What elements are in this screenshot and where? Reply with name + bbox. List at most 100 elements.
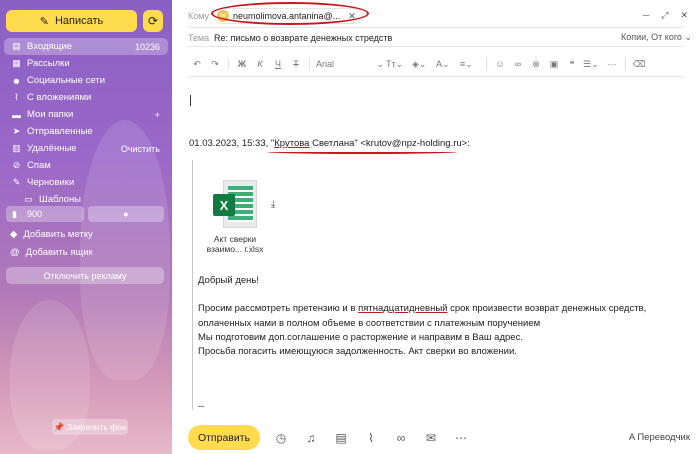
font-name: Arial xyxy=(316,58,335,69)
folder-label: Удалённые xyxy=(27,143,77,154)
paperclip-icon[interactable]: ⌇ xyxy=(356,431,386,445)
emoji-icon[interactable]: ☺ xyxy=(491,59,509,69)
minimize-icon[interactable]: ─ xyxy=(643,10,649,21)
add-label-text: Добавить метку xyxy=(23,229,93,240)
unread-count: 10236 xyxy=(134,41,160,52)
unread-filter[interactable]: ● xyxy=(88,206,164,222)
send-button[interactable]: Отправить xyxy=(188,425,260,450)
greeting: Добрый день! xyxy=(198,275,259,286)
download-icon[interactable]: ⤓ xyxy=(271,199,275,210)
copies-label: Копии, От кого xyxy=(621,32,682,42)
subject-input[interactable]: Re: письмо о возврате денежных стредств xyxy=(214,33,392,43)
folder-spam[interactable]: ⊘ Спам xyxy=(4,157,168,174)
bookmark-count: 900 xyxy=(26,209,42,219)
list-icon[interactable]: ☰⌄ xyxy=(581,59,603,70)
bell-icon[interactable]: ♫ xyxy=(296,431,326,445)
bold-button[interactable]: Ж xyxy=(233,59,251,69)
paperclip-icon: ⌇ xyxy=(14,92,19,102)
expand-icon[interactable]: ⤢ xyxy=(661,10,668,21)
folder-label: Черновики xyxy=(27,177,75,188)
formatting-toolbar: ↶ ↷ Ж К Ч Т Arial ⌄ Tт⌄ ◈⌄ A⌄ ≡⌄ ☺ ∞ ⊗ ▣ … xyxy=(188,57,686,71)
envelope-icon[interactable]: ✉ xyxy=(416,431,446,445)
clear-format-icon[interactable]: ⌫ xyxy=(630,59,648,70)
attachment-name: Акт сверки взаимо... г.xlsx xyxy=(202,234,268,254)
compose-label: Написать xyxy=(54,15,104,27)
body-paragraph-2: оплаченных нами в полном объеме в соотве… xyxy=(198,318,541,329)
add-mailbox-link[interactable]: @ Добавить ящик xyxy=(10,244,93,261)
clock-icon[interactable]: ◷ xyxy=(266,431,296,445)
folder-label: Социальные сети xyxy=(27,75,106,86)
sidebar: ✎ Написать ⟳ ▤ Входящие 10236 ▦ Рассылки… xyxy=(0,0,172,454)
separator xyxy=(228,58,229,70)
quote-sender-name: Крутова xyxy=(274,138,310,149)
folder-my-folders[interactable]: ▬ Мои папки + xyxy=(4,106,168,123)
drafts-icon: ✎ xyxy=(12,177,21,187)
divider xyxy=(188,27,684,28)
trash-icon: ▥ xyxy=(12,143,21,153)
more-icon[interactable]: ⋯ xyxy=(603,59,621,70)
underline-button[interactable]: Ч xyxy=(269,59,287,69)
inbox-icon: ▤ xyxy=(12,41,21,51)
separator xyxy=(309,58,310,70)
divider xyxy=(188,76,684,77)
template-icon[interactable]: ▤ xyxy=(326,431,356,445)
folder-trash[interactable]: ▥ Удалённые Очистить xyxy=(4,140,168,157)
copies-dropdown[interactable]: Копии, От кого ⌄ xyxy=(621,32,692,43)
unlink-icon[interactable]: ⊗ xyxy=(527,59,545,70)
subject-row: Тема Re: письмо о возврате денежных стре… xyxy=(188,32,692,43)
spam-icon: ⊘ xyxy=(12,160,21,170)
folder-sent[interactable]: ➤ Отправленные xyxy=(4,123,168,140)
translate-icon: A xyxy=(628,432,635,443)
excel-badge: X xyxy=(213,194,235,216)
attachment[interactable]: X Акт сверки взаимо... г.xlsx xyxy=(202,180,268,254)
add-label-link[interactable]: ◆ Добавить метку xyxy=(10,226,93,243)
font-select[interactable]: Arial ⌄ xyxy=(314,59,384,70)
send-label: Отправить xyxy=(197,431,251,444)
folder-list: ▤ Входящие 10236 ▦ Рассылки ☻ Социальные… xyxy=(4,38,168,208)
body-paragraph-4: Просьба погасить имеющуюся задолженность… xyxy=(198,346,517,357)
pin-background-button[interactable]: 📌 Закрепить фон xyxy=(52,419,128,435)
bottom-toolbar: Отправить ◷ ♫ ▤ ⌇ ∞ ✉ ⋯ xyxy=(188,425,476,450)
separator xyxy=(625,58,626,70)
close-icon[interactable]: ✕ xyxy=(680,10,688,21)
align-icon[interactable]: ≡⌄ xyxy=(458,59,482,70)
folder-label: Спам xyxy=(27,160,51,171)
redo-icon[interactable]: ↷ xyxy=(206,59,224,70)
separator xyxy=(486,58,487,70)
body-paragraph-1: Просим рассмотреть претензию и в пятнадц… xyxy=(198,303,646,314)
disk-attach-icon[interactable]: ∞ xyxy=(386,431,416,445)
undo-icon[interactable]: ↶ xyxy=(188,59,206,70)
chevron-down-icon: ⌄ xyxy=(376,58,384,69)
signature-separator: -- xyxy=(198,401,205,412)
folder-inbox[interactable]: ▤ Входящие 10236 xyxy=(4,38,168,55)
folder-newsletters[interactable]: ▦ Рассылки xyxy=(4,55,168,72)
empty-trash-button[interactable]: Очистить xyxy=(121,144,160,154)
tag-icon: ◆ xyxy=(10,229,18,240)
folder-attachments[interactable]: ⌇ С вложениями xyxy=(4,89,168,106)
italic-button[interactable]: К xyxy=(251,59,269,69)
folder-social[interactable]: ☻ Социальные сети xyxy=(4,72,168,89)
bookmark-filter[interactable]: ▮ 900 xyxy=(6,206,84,222)
folder-label: Входящие xyxy=(27,41,73,52)
image-icon[interactable]: ▣ xyxy=(545,59,563,70)
quote-icon[interactable]: ❝ xyxy=(563,59,581,70)
strikethrough-button[interactable]: Т xyxy=(287,59,305,69)
window-controls: ─ ⤢ ✕ xyxy=(643,10,688,21)
link-icon[interactable]: ∞ xyxy=(509,59,527,69)
text-color-icon[interactable]: A⌄ xyxy=(434,59,458,70)
add-folder-icon[interactable]: + xyxy=(155,110,160,120)
at-icon: @ xyxy=(10,247,20,258)
translator-button[interactable]: A Переводчик xyxy=(629,432,690,443)
text-cursor xyxy=(190,95,191,106)
refresh-button[interactable]: ⟳ xyxy=(143,10,163,32)
more-icon[interactable]: ⋯ xyxy=(446,431,476,445)
para1-start: Просим рассмотреть претензию и в xyxy=(198,303,359,314)
fill-color-icon[interactable]: ◈⌄ xyxy=(410,59,434,70)
annotation-underline xyxy=(267,150,457,154)
attachment-name-line2: взаимо... г.xlsx xyxy=(206,244,264,254)
folder-label: Мои папки xyxy=(27,109,74,120)
compose-button[interactable]: ✎ Написать xyxy=(6,10,137,32)
folder-drafts[interactable]: ✎ Черновики xyxy=(4,174,168,191)
disable-ads-button[interactable]: Отключить рекламу xyxy=(6,267,164,284)
font-size-button[interactable]: Tт⌄ xyxy=(384,59,410,70)
